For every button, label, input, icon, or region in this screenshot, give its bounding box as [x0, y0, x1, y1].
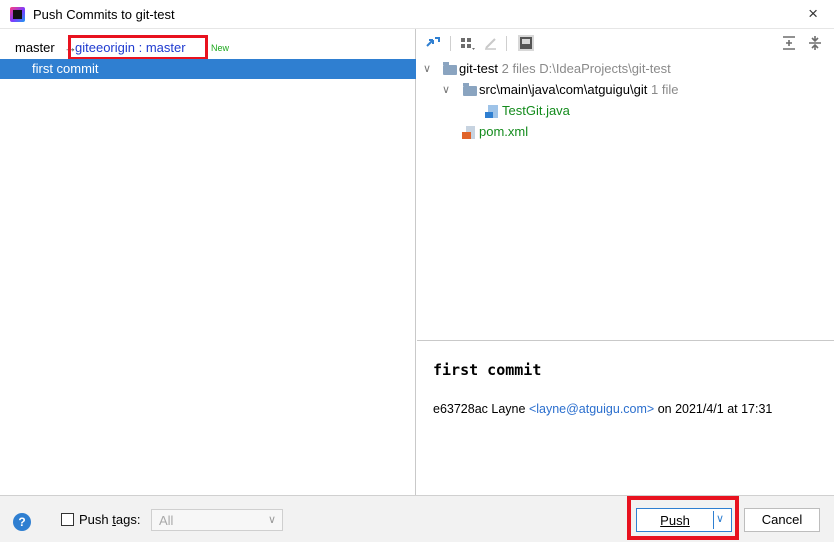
tags-select-value: All — [159, 513, 174, 528]
push-tags-checkbox[interactable] — [61, 513, 74, 526]
branch-row[interactable]: master → giteeorigin : master New — [0, 35, 416, 60]
changes-panel: ∨ git-test 2 files D:\IdeaProjects\git-t… — [417, 29, 834, 495]
toolbar-separator — [450, 36, 451, 51]
tree-root-meta: 2 files D:\IdeaProjects\git-test — [501, 61, 671, 76]
chevron-down-icon: ∨ — [267, 514, 276, 526]
folder-icon — [463, 83, 477, 96]
details-hash-author: e63728ac Layne — [433, 402, 526, 416]
chevron-down-icon[interactable]: ∨ — [716, 512, 724, 525]
toolbar-separator — [506, 36, 507, 51]
window-title: Push Commits to git-test — [33, 7, 175, 22]
commit-row[interactable]: first commit — [0, 59, 416, 79]
preview-diff-icon[interactable] — [517, 34, 535, 52]
tree-folder-meta: 1 file — [650, 82, 679, 97]
push-tags-select[interactable]: All ∨ — [151, 509, 283, 531]
expand-diff-icon[interactable] — [424, 34, 442, 52]
local-branch: master — [15, 40, 55, 55]
new-badge: New — [211, 43, 230, 53]
file-name-pom: pom.xml — [479, 124, 529, 139]
chevron-down-icon[interactable]: ∨ — [442, 83, 450, 96]
details-info: e63728ac Layne <layne@atguigu.com> on 20… — [433, 402, 772, 416]
details-date: on 2021/4/1 at 17:31 — [657, 402, 773, 416]
file-name-testgit: TestGit.java — [502, 103, 570, 118]
folder-icon — [443, 62, 457, 75]
chevron-down-icon[interactable]: ∨ — [423, 62, 431, 75]
help-icon[interactable]: ? — [13, 513, 31, 531]
edit-source-icon[interactable] — [482, 34, 500, 52]
tree-folder-name: src\main\java\com\atguigu\git — [479, 82, 648, 97]
push-button[interactable]: Push ∨ — [636, 508, 732, 532]
changes-toolbar — [417, 29, 834, 57]
cancel-button[interactable]: Cancel — [744, 508, 820, 532]
expand-all-icon[interactable] — [780, 34, 798, 52]
push-button-label: Push — [660, 513, 690, 528]
java-file-icon — [485, 105, 498, 118]
maven-file-icon — [462, 126, 475, 139]
details-title: first commit — [433, 361, 542, 379]
tree-root-name: git-test — [459, 61, 499, 76]
commits-panel: master → giteeorigin : master New first … — [0, 29, 416, 495]
details-email-link[interactable]: <layne@atguigu.com> — [529, 402, 654, 416]
title-bar: Push Commits to git-test × — [0, 0, 834, 29]
close-icon[interactable]: × — [808, 4, 818, 24]
push-split-divider — [713, 511, 714, 529]
collapse-all-icon[interactable] — [806, 34, 824, 52]
push-tags-label[interactable]: Push tags: — [79, 512, 140, 527]
remote-branch-link[interactable]: giteeorigin : master — [75, 40, 186, 55]
group-by-icon[interactable] — [458, 34, 476, 52]
commit-details: first commit e63728ac Layne <layne@atgui… — [417, 340, 834, 495]
intellij-app-icon — [10, 7, 25, 22]
commit-message: first commit — [32, 61, 99, 76]
